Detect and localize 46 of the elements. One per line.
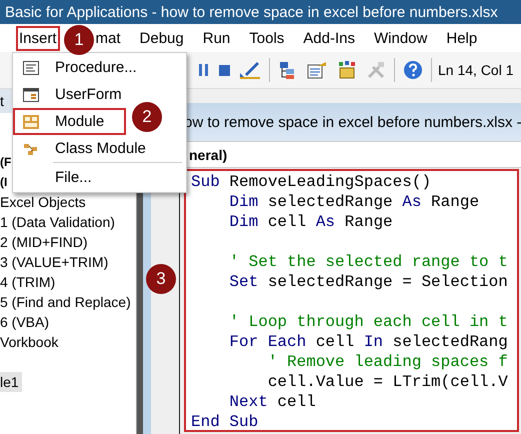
menu-item[interactable]: Help	[443, 26, 480, 50]
code-line: Dim cell As Range	[228, 212, 394, 232]
ruler-pencil-icon[interactable]	[239, 60, 261, 80]
stop-icon[interactable]	[218, 64, 231, 76]
tree-item[interactable]: 1 (Data Validation)	[0, 212, 136, 232]
class-module-icon	[23, 142, 39, 156]
code-line: cell.Value = LTrim(cell.V	[266, 372, 509, 392]
menu-item[interactable]: mat	[92, 26, 124, 50]
menu-item[interactable]: Module	[13, 108, 126, 135]
window-title: Basic for Applications - how to remove space in excel before numbers.xlsx	[5, 4, 498, 20]
tree-item[interactable]: 6 (VBA)	[0, 312, 136, 332]
code-line: Dim selectedRange As Range	[228, 192, 480, 212]
menu-item[interactable]: Tools	[246, 26, 288, 50]
code-line: Sub RemoveLeadingSpaces()	[191, 172, 432, 192]
menu-item[interactable]: Debug	[136, 26, 187, 50]
menu-item[interactable]: Insert	[16, 26, 60, 50]
menu-item[interactable]: Run	[200, 26, 234, 50]
menu-item[interactable]: Add-Ins	[300, 26, 358, 50]
menu-item[interactable]: File...	[13, 164, 114, 191]
object-dropdown[interactable]: neral)	[189, 146, 228, 162]
procedure-icon	[23, 60, 39, 74]
tree-item[interactable]: le1	[0, 372, 22, 392]
form-icon	[23, 88, 39, 102]
properties-icon[interactable]	[306, 60, 328, 80]
menu-item[interactable]: Window	[371, 26, 430, 50]
tree-item[interactable]: Excel Objects	[0, 192, 136, 212]
code-line: Next cell	[228, 392, 317, 412]
code-line: End Sub	[191, 412, 260, 432]
menu-item[interactable]: Class Module	[13, 135, 168, 162]
help-icon[interactable]	[403, 60, 423, 80]
code-line: ' Remove leading spaces f	[266, 352, 509, 372]
cursor-position: Ln 14, Col 1	[438, 62, 514, 78]
pause-icon[interactable]	[198, 63, 210, 77]
code-line: Set selectedRange = Selection	[228, 272, 509, 292]
code-line: ' Set the selected range to t	[228, 252, 509, 272]
code-line: ' Loop through each cell in t	[228, 312, 509, 332]
code-line: For Each cell In selectedRang	[228, 332, 509, 352]
tree-item[interactable]: 5 (Find and Replace)	[0, 292, 136, 312]
module-icon	[23, 114, 39, 128]
tree-item[interactable]: 3 (VALUE+TRIM)	[0, 252, 136, 272]
tree-item[interactable]: 2 (MID+FIND)	[0, 232, 136, 252]
boxes-icon[interactable]	[336, 60, 358, 80]
code-editor[interactable]	[184, 169, 519, 432]
menu-item[interactable]: Procedure...	[13, 54, 159, 81]
tree-item[interactable]: Vorkbook	[0, 332, 136, 352]
tree-item[interactable]: 4 (TRIM)	[0, 272, 136, 292]
